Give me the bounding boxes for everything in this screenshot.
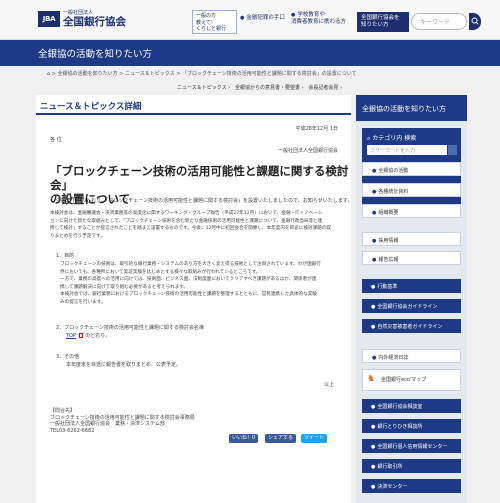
facebook-share-button[interactable]: シェアする (265, 434, 297, 443)
section-header: ニュース＆トピックス詳細 (36, 95, 351, 115)
sidebar-item-consultation[interactable]: ● 全国銀行協会相談室 (362, 399, 461, 413)
sidebar-item-disaster-guideline[interactable]: ● 自然災害被害者ガイドライン (362, 319, 461, 333)
sublink-news[interactable]: ニュース＆トピックス › (177, 85, 230, 91)
article-sender: 一般社団法人全国銀行協会 (277, 148, 338, 154)
sidebar-item-guideline[interactable]: ● 全国銀行協会ガイドライン (362, 299, 461, 313)
header-search-input[interactable]: キーワード (411, 13, 467, 30)
site-header: JBA 一般社団法人 全国銀行協会 一般の方 教えて！ くらしと銀行 ● 金融犯罪… (0, 0, 500, 40)
article-body: 本検討会は、金融審議会・決済業務等の高度化に関するワーキング・グループ報告（平成… (50, 211, 331, 239)
sidebar-item-credit-info[interactable]: ● 全国銀行個人信用情報センター (362, 439, 461, 453)
article-intro: 今般、下記のとおり、「ブロックチェーン技術の活用可能性と課題に関する検討会」を設… (56, 198, 353, 204)
logo-name: 全国銀行協会 (63, 16, 126, 28)
general-public-link[interactable]: 一般の方 教えて！ くらしと銀行 (192, 10, 237, 34)
sidebar-item-recruit[interactable]: ● 採用情報 (362, 232, 461, 246)
article-recipient: 各 位 (50, 137, 62, 143)
pdf-icon (78, 333, 83, 338)
article-end: 以上 (323, 382, 334, 388)
sidebar-item-statistics[interactable]: ● 各種統計資料 (362, 183, 461, 197)
financial-crime-link[interactable]: ● 金融犯罪の手口 (240, 15, 285, 22)
sidebar-item-economy-diary[interactable]: ● 内外経済日誌 (362, 349, 461, 363)
breadcrumb-item[interactable]: 全銀協の活動を知りたい方 (58, 71, 118, 77)
breadcrumb-current: 「ブロックチェーン技術の活用可能性と課題に関する検討会」の設置について (181, 71, 357, 77)
breadcrumb: ⌂ > 全銀協の活動を知りたい方 > ニュース＆トピックス > 「ブロックチェー… (47, 71, 357, 77)
section-3-heading: 3．その他 (56, 354, 80, 360)
facebook-like-button[interactable]: いいね！0 (229, 434, 259, 443)
article-date: 平成28年12月 1日 (295, 126, 339, 132)
section-1-heading: 1．目的 (56, 253, 75, 259)
contact-info: 【問合先】 ブロックチェーン技術の活用可能性と課題に関する検討会事務局 一般社団… (50, 408, 195, 434)
sidebar-item-publicity[interactable]: ● 報告広報 (362, 251, 461, 265)
breadcrumb-item[interactable]: ニュース＆トピックス (125, 71, 175, 77)
member-list-link[interactable]: TOP (66, 333, 76, 339)
search-icon (471, 17, 479, 25)
tweet-button[interactable]: ツイート (301, 434, 328, 443)
sublink-press[interactable]: 会長記者会見 › (308, 85, 342, 91)
japan-map-icon: ♞ (367, 374, 376, 384)
sub-links: ニュース＆トピックス › 全銀協からの意見書・要望書 › 会長記者会見 › (177, 84, 342, 91)
sublink-opinions[interactable]: 全銀協からの意見書・要望書 › (235, 85, 304, 91)
sidebar-item-clearing[interactable]: ● 決済センター (362, 479, 461, 493)
category-search-label: ⌕ カテゴリ内 検索 (367, 135, 417, 142)
sidebar-header: 全銀協の活動を知りたい方 (356, 95, 467, 121)
about-jba-button[interactable]: 全国銀行協会を 知りたい方 (357, 12, 409, 32)
sidebar-item-trading-consult[interactable]: ● 銀行とりひき相談所 (362, 419, 461, 433)
category-search-input[interactable]: フリーワードを入力 (367, 145, 447, 155)
logo-mark: JBA (38, 11, 60, 27)
section-3-body: 本年度末を目途に報告書を取りまとめ、公表予定。 (66, 362, 182, 368)
sidebar-item-activities[interactable]: ● 全銀協の活動 (362, 162, 461, 176)
site-logo[interactable]: JBA 一般社団法人 全国銀行協会 (38, 10, 126, 28)
category-search-button[interactable] (448, 145, 457, 155)
sidebar-item-organization[interactable]: ● 組織概要 (362, 204, 461, 218)
sidebar-item-conduct[interactable]: ● 行動基準 (362, 279, 461, 293)
section-2-body: TOP のとおり。 (66, 333, 111, 339)
home-icon[interactable]: ⌂ (47, 71, 50, 77)
school-education-link[interactable]: ● 学校教育や 消費者教育に携わる方 (291, 12, 346, 26)
sidebar-eco-map[interactable]: ♞ 全国銀行eco'マップ (362, 369, 461, 391)
section-2-heading: 2．ブロックチェーン技術の活用可能性と課題に関する検討会名簿 (56, 325, 204, 331)
sidebar-item-exchange[interactable]: ● 銀行取引所 (362, 459, 461, 473)
banner-title: 全銀協の活動を知りたい方 (38, 49, 153, 60)
search-icon: ⌕ (367, 135, 371, 142)
section-1-body: ブロックチェーンの技術は、取引的な銀行業務・システムのあり方を大きく変え得る技術… (60, 262, 321, 305)
section-title: ニュース＆トピックス詳細 (40, 102, 142, 112)
header-search-button[interactable] (469, 13, 481, 30)
sidebar: 全銀協の活動を知りたい方 ⌕ カテゴリ内 検索 フリーワードを入力 ● 全銀協の活… (356, 95, 467, 503)
article: 平成28年12月 1日 各 位 一般社団法人全国銀行協会 「ブロックチェーン技術… (36, 116, 353, 503)
page-banner: 全銀協の活動を知りたい方 (0, 40, 500, 66)
